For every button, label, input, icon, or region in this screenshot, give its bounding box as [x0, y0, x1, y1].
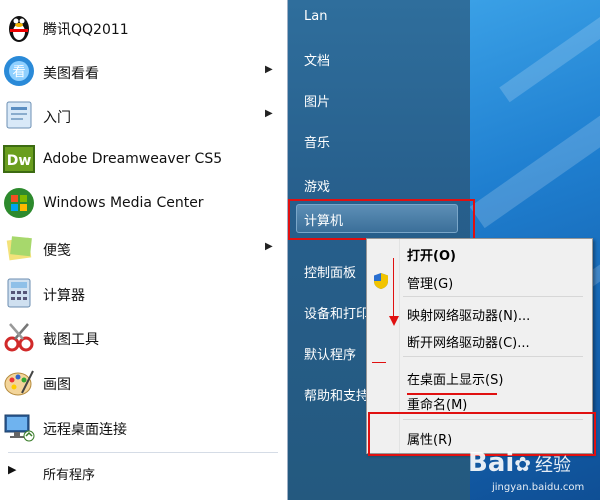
program-item-dreamweaver[interactable]: Dw Adobe Dreamweaver CS5	[0, 138, 287, 182]
submenu-arrow-icon: ▶	[265, 64, 273, 75]
program-label: 入门	[43, 110, 71, 126]
submenu-arrow-icon: ▶	[265, 241, 273, 252]
menu-item-map-network-drive[interactable]: 映射网络驱动器(N)...	[407, 305, 530, 324]
right-pane-user[interactable]: Lan	[304, 9, 327, 24]
snipping-tool-icon	[4, 323, 34, 352]
program-item-getting-started[interactable]: 入门 ▶	[0, 94, 287, 138]
program-item-media-center[interactable]: Windows Media Center	[0, 182, 287, 226]
right-pane-games[interactable]: 游戏	[304, 176, 330, 195]
getting-started-icon	[6, 101, 32, 129]
calculator-icon	[7, 278, 31, 308]
menu-item-open[interactable]: 打开(O)	[407, 245, 456, 264]
program-label: Adobe Dreamweaver CS5	[43, 151, 223, 167]
right-pane-default-programs[interactable]: 默认程序	[304, 344, 356, 363]
program-label: 远程桌面连接	[43, 422, 127, 438]
program-label: 计算器	[43, 288, 85, 304]
uac-shield-icon	[374, 273, 388, 289]
baidu-jingyan-watermark: Bai✿ 经验 jingyan.baidu.com	[468, 448, 584, 493]
menu-separator	[403, 356, 583, 357]
program-label: 截图工具	[43, 332, 99, 348]
menu-item-rename[interactable]: 重命名(M)	[407, 394, 467, 413]
program-item-remote-desktop[interactable]: 远程桌面连接	[0, 406, 287, 450]
program-item-meitu[interactable]: 看 美图看看 ▶	[0, 50, 287, 94]
windows-logo-icon	[4, 188, 34, 218]
svg-text:Dw: Dw	[7, 153, 32, 169]
annotation-underline	[407, 393, 497, 395]
program-item-sticky-notes[interactable]: 便笺 ▶	[0, 227, 287, 271]
program-item-snipping-tool[interactable]: 截图工具	[0, 316, 287, 360]
all-programs-label: 所有程序	[43, 468, 96, 483]
program-item-paint[interactable]: 画图	[0, 361, 287, 405]
right-pane-documents[interactable]: 文档	[304, 50, 330, 69]
right-pane-pictures[interactable]: 图片	[304, 91, 330, 110]
watermark-brand-cn: 经验	[535, 455, 572, 476]
right-pane-devices-printers[interactable]: 设备和打印	[304, 303, 369, 322]
right-pane-music[interactable]: 音乐	[304, 132, 330, 151]
program-label: 腾讯QQ2011	[43, 22, 129, 38]
annotation-arrow-line	[393, 258, 394, 318]
watermark-url: jingyan.baidu.com	[492, 482, 585, 493]
start-menu-program-list: 腾讯QQ2011 看 美图看看 ▶ 入门 ▶ Dw Adobe Dreamwea…	[0, 0, 288, 500]
program-label: 画图	[43, 377, 71, 393]
submenu-arrow-icon: ▶	[265, 108, 273, 119]
sticky-notes-icon	[6, 236, 32, 261]
paint-icon	[4, 370, 34, 396]
meitu-viewer-icon: 看	[4, 56, 34, 86]
program-label: Windows Media Center	[43, 195, 204, 211]
menu-item-show-on-desktop[interactable]: 在桌面上显示(S)	[407, 369, 503, 388]
paw-icon: ✿	[514, 452, 532, 476]
program-label: 美图看看	[43, 66, 99, 82]
right-pane-help[interactable]: 帮助和支持	[304, 385, 369, 404]
all-programs-arrow-icon: ▶	[8, 463, 17, 476]
annotation-tick	[372, 362, 386, 363]
remote-desktop-icon	[4, 414, 35, 442]
menu-item-disconnect-network-drive[interactable]: 断开网络驱动器(C)...	[407, 332, 530, 351]
program-item-calculator[interactable]: 计算器	[0, 272, 287, 316]
program-label: 便笺	[43, 243, 71, 259]
program-item-qq[interactable]: 腾讯QQ2011	[0, 6, 287, 50]
menu-separator	[403, 296, 583, 297]
svg-text:看: 看	[12, 64, 25, 80]
dreamweaver-icon: Dw	[3, 145, 35, 173]
highlight-box-computer	[288, 199, 475, 240]
menu-item-manage[interactable]: 管理(G)	[407, 273, 453, 292]
divider	[8, 452, 278, 453]
annotation-arrow-head-icon	[389, 316, 399, 326]
right-pane-control-panel[interactable]: 控制面板	[304, 262, 356, 281]
watermark-brand: Bai	[468, 448, 515, 478]
all-programs-button[interactable]: ▶ 所有程序	[0, 456, 287, 488]
qq-penguin-icon	[9, 16, 29, 42]
